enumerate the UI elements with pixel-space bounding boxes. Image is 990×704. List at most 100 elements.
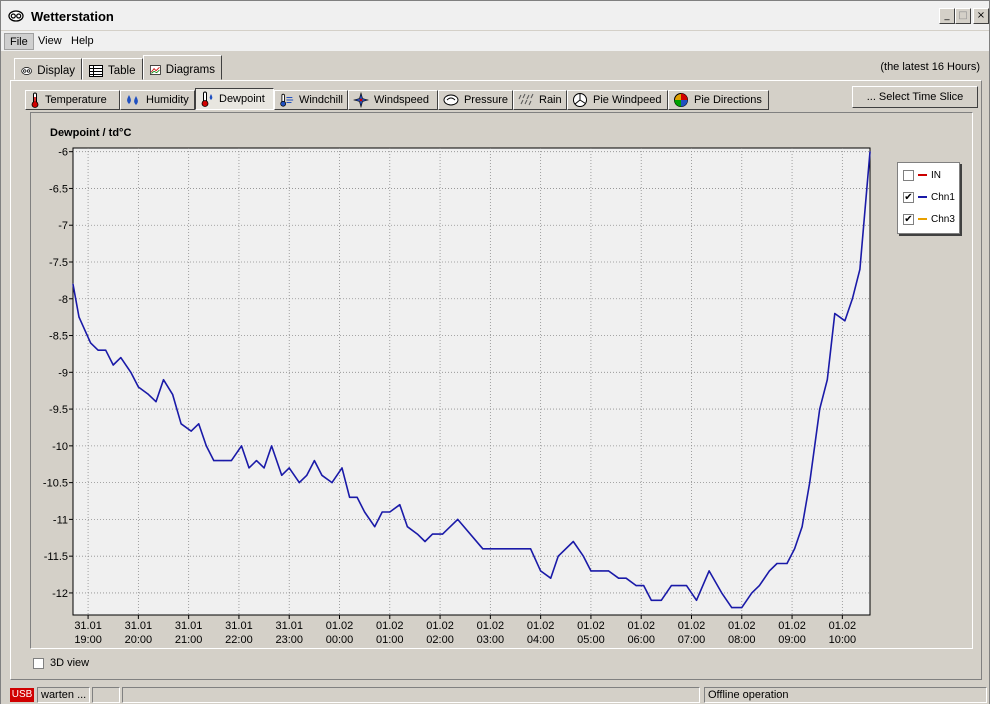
- data-point: [348, 496, 351, 498]
- data-point: [819, 408, 821, 410]
- data-point: [105, 349, 107, 351]
- x-tick-time-label: 07:00: [678, 634, 706, 646]
- data-point: [751, 592, 753, 594]
- data-point: [741, 607, 743, 609]
- data-point: [281, 474, 283, 476]
- legend-label-chn3: Chn3: [931, 213, 955, 225]
- data-point: [678, 584, 680, 587]
- data-point: [617, 577, 620, 579]
- view-3d-label: 3D view: [50, 657, 90, 669]
- data-point: [768, 570, 771, 572]
- legend-swatch-chn1: [918, 196, 927, 198]
- view-3d-toggle[interactable]: 3D view: [33, 657, 89, 669]
- data-point: [155, 401, 157, 403]
- data-point: [590, 570, 592, 572]
- y-tick-label: -8.5: [49, 331, 68, 343]
- dewpoint-chart: -6 -6.5 -7 -7.5 -8 -8.5 -9 -9.5 -10 -10.5 -11 -11.5…: [43, 147, 871, 646]
- data-point: [381, 511, 383, 513]
- x-tick-time-label: 09:00: [778, 634, 806, 646]
- x-tick-time-label: 06:00: [627, 634, 655, 646]
- x-tick-time-label: 03:00: [477, 634, 505, 646]
- data-point: [851, 298, 854, 300]
- data-point: [72, 283, 74, 285]
- data-point: [255, 459, 258, 462]
- x-tick-date-label: 01.02: [326, 620, 354, 632]
- legend-item-in[interactable]: IN: [903, 168, 941, 182]
- data-point: [230, 459, 232, 462]
- data-point: [550, 577, 552, 579]
- data-point: [441, 533, 444, 535]
- x-tick-time-label: 22:00: [225, 634, 253, 646]
- legend-checkbox-chn3[interactable]: ✔: [903, 213, 914, 225]
- y-tick-label: -10.5: [43, 478, 68, 490]
- data-point: [180, 423, 182, 425]
- y-tick-label: -9: [58, 367, 68, 379]
- data-point: [482, 548, 484, 550]
- legend-item-chn3[interactable]: ✔ Chn3: [903, 212, 955, 226]
- data-point: [190, 430, 192, 432]
- y-tick-label: -10: [52, 441, 68, 453]
- legend-item-chn1[interactable]: ✔ Chn1: [903, 190, 955, 204]
- data-point: [341, 467, 343, 469]
- y-tick-label: -9.5: [49, 404, 68, 416]
- data-point: [650, 599, 652, 601]
- data-point: [643, 584, 645, 587]
- data-point: [89, 342, 92, 344]
- tab-diagrams[interactable]: Diagrams: [143, 55, 222, 80]
- legend-checkbox-in[interactable]: [903, 169, 914, 181]
- status-state: warten ...: [37, 687, 90, 703]
- y-tick-label: -11: [53, 514, 68, 526]
- progress-bar: [122, 687, 700, 703]
- x-tick-time-label: 01:00: [376, 634, 404, 646]
- x-tick-date-label: 01.02: [678, 620, 706, 632]
- data-point: [786, 562, 788, 565]
- x-tick-date-label: 01.02: [728, 620, 756, 632]
- x-tick-time-label: 04:00: [527, 634, 555, 646]
- data-point: [130, 371, 132, 373]
- data-point: [198, 423, 200, 425]
- x-tick-date-label: 31.01: [225, 620, 253, 632]
- x-tick-time-label: 20:00: [125, 634, 153, 646]
- data-point: [356, 496, 358, 498]
- data-point: [223, 459, 225, 462]
- data-point: [869, 151, 871, 153]
- data-point: [147, 393, 150, 395]
- x-tick-time-label: 02:00: [426, 634, 454, 646]
- data-point: [374, 526, 376, 528]
- data-point: [582, 555, 584, 557]
- data-point: [731, 607, 733, 609]
- data-point: [137, 386, 139, 388]
- legend-checkbox-chn1[interactable]: ✔: [903, 191, 914, 203]
- data-point: [660, 599, 662, 601]
- chart-legend: IN ✔ Chn1 ✔ Chn3: [897, 162, 960, 234]
- data-point: [776, 562, 778, 565]
- data-point: [248, 467, 250, 469]
- data-point: [240, 445, 243, 447]
- data-point: [793, 548, 796, 550]
- data-point: [685, 584, 688, 587]
- usb-status-badge: USB: [10, 688, 34, 702]
- data-point: [298, 482, 300, 484]
- legend-label-chn1: Chn1: [931, 191, 955, 203]
- data-point: [112, 364, 114, 366]
- data-point: [321, 474, 323, 476]
- data-point: [721, 592, 723, 594]
- y-tick-label: -6: [58, 147, 68, 159]
- data-point: [306, 474, 308, 476]
- y-tick-label: -7: [58, 220, 68, 232]
- diagram-icon: [150, 64, 161, 75]
- data-point: [826, 379, 828, 381]
- data-point: [271, 445, 273, 447]
- x-tick-time-label: 05:00: [577, 634, 605, 646]
- data-point: [625, 577, 627, 579]
- legend-swatch-chn3: [918, 218, 927, 220]
- x-tick-date-label: 31.01: [175, 620, 203, 632]
- x-tick-date-label: 31.01: [74, 620, 102, 632]
- data-point: [288, 467, 290, 469]
- data-point: [635, 584, 637, 587]
- data-point: [540, 570, 542, 572]
- x-tick-date-label: 01.02: [627, 620, 655, 632]
- data-point: [670, 584, 672, 587]
- view-3d-checkbox[interactable]: [33, 657, 44, 669]
- x-tick-time-label: 23:00: [275, 634, 303, 646]
